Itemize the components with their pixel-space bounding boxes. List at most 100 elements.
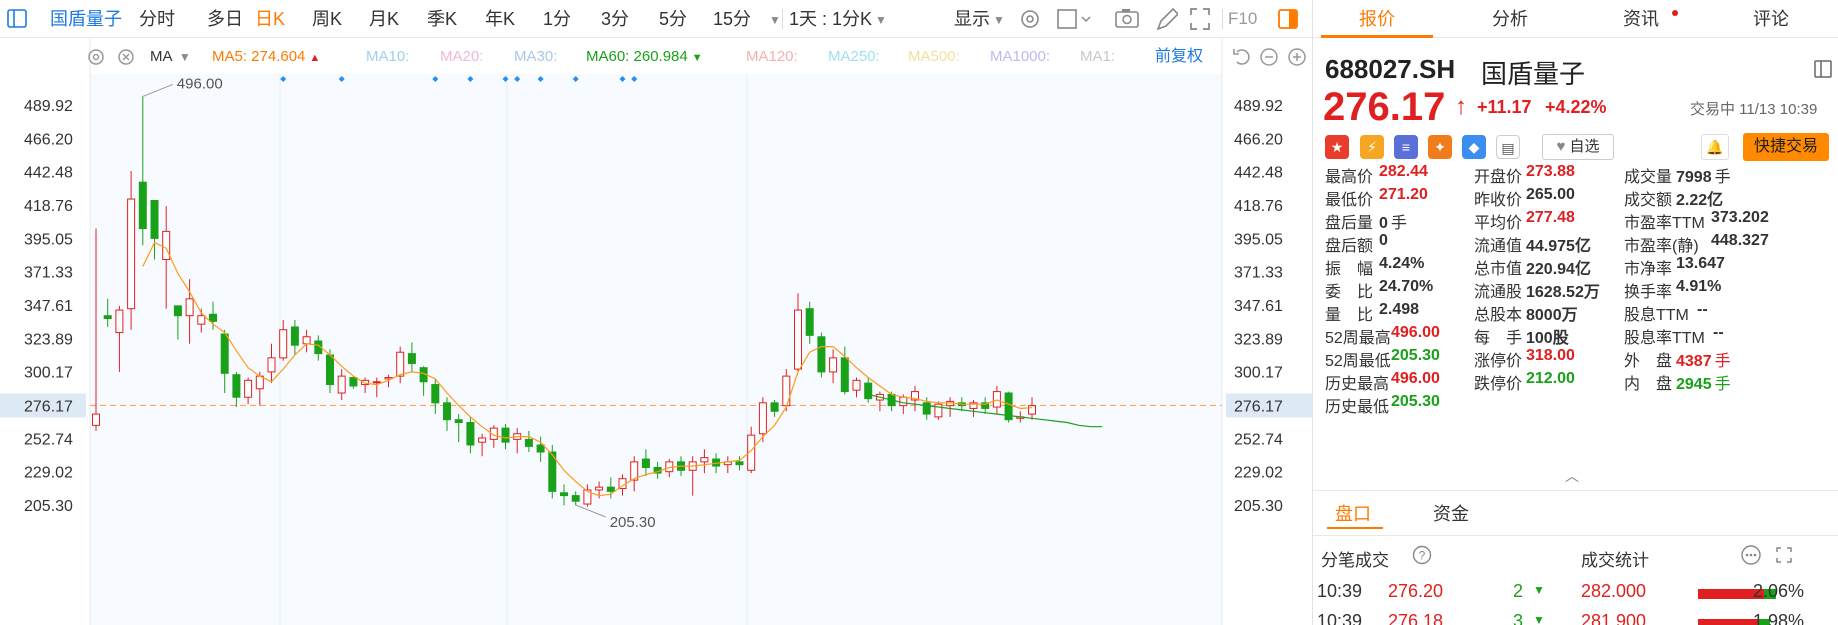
candle-body [536,444,545,453]
layout-dropdown[interactable] [1056,0,1096,38]
period-tab[interactable]: 周K [312,0,342,38]
period-tab[interactable]: 3分 [601,0,629,38]
database-icon[interactable]: ≡ [1394,135,1418,159]
quote-value-text: 282.44 [1379,163,1428,180]
y-tick-label-right: 229.02 [1234,465,1283,482]
candle-body [115,309,124,334]
candle-body [454,419,463,424]
chevron-down-icon: ▼ [993,13,1005,28]
quote-label: 流通股 [1474,284,1523,301]
ma-settings-icon[interactable] [86,40,106,87]
kline-chart-area[interactable]: 489.92 489.92 466.20 466.20 442.48 442.48 418.… [0,38,1312,625]
f10-button[interactable]: F10 [1228,0,1257,38]
candle-body [103,315,112,320]
active-tab-underline [1321,35,1433,38]
ma-item[interactable]: MA30: [514,40,557,74]
period-tab[interactable]: 分时 [139,0,175,38]
multi-period-dropdown[interactable]: 1天 : 1分K ▼ [789,0,887,38]
display-label: 显示 [954,9,990,29]
quote-value-text: 212.00 [1526,370,1575,387]
help-icon[interactable]: ? [1411,544,1433,571]
bell-icon[interactable]: 🔔 [1701,134,1729,160]
ma-close-icon[interactable] [116,40,136,87]
y-tick-label-left: 252.74 [24,431,73,448]
quote-label: 流通值 [1474,238,1523,255]
ma-item[interactable]: MA500: [908,40,960,74]
tag-icon[interactable]: ◆ [1462,135,1486,159]
zoom-out-icon[interactable] [1258,46,1280,73]
display-dropdown[interactable]: 显示 ▼ [954,0,1005,38]
stock-name-tab[interactable]: 国盾量子 [50,0,122,38]
ma-item-label: MA500: [908,48,960,65]
y-tick-label-left: 395.05 [24,231,73,248]
ma-indicator-bar: MA ▼ MA5: 274.604 ▲ MA10: MA20: MA30: MA60: 2… [86,40,1218,74]
settings-gear-icon[interactable] [1018,0,1042,38]
note-icon[interactable]: ▤ [1496,135,1520,159]
adjust-mode-button[interactable]: 前复权 [1155,40,1203,74]
period-tab[interactable]: 15分 [713,0,751,38]
expand-icon[interactable] [1773,544,1795,571]
tab-comments[interactable]: 评论 [1711,0,1831,38]
sidebar-toggle-icon[interactable] [6,0,28,38]
y-tick-label-right: 442.48 [1234,165,1283,182]
candle-body [279,329,288,359]
trades-title: 分笔成交 [1321,551,1389,570]
period-tab[interactable]: 季K [427,0,457,38]
tab-quote[interactable]: 报价 [1317,0,1437,38]
ma-item[interactable]: MA60: 260.984 ▼ [586,40,703,75]
ma-item[interactable]: MA20: [440,40,483,74]
quote-value-text: -- [1713,324,1724,341]
ma-indicator-select[interactable]: MA ▼ [150,40,191,74]
tab-capital[interactable]: 资金 [1433,500,1469,526]
tab-news[interactable]: 资讯 [1581,0,1701,38]
more-periods-chevron-icon[interactable]: ▼ [766,0,781,38]
period-tab[interactable]: 5分 [659,0,687,38]
ma-item[interactable]: MA1: [1080,40,1115,74]
tab-analysis[interactable]: 分析 [1450,0,1570,38]
period-tab[interactable]: 年K [485,0,515,38]
quote-label: 股息TTM [1624,307,1689,324]
ma-item[interactable]: MA10: [366,40,409,74]
kline-chart[interactable]: 489.92 489.92 466.20 466.20 442.48 442.48 418.… [0,38,1312,625]
panel-toggle-icon[interactable] [1277,0,1301,38]
ma-item[interactable]: MA120: [746,40,798,74]
heart-icon: ♥ [1556,138,1566,155]
period-tab[interactable]: 月K [369,0,399,38]
quote-value-text: 2.498 [1379,301,1420,318]
period-tab[interactable]: 多日 [207,0,243,38]
ma-item[interactable]: MA250: [828,40,880,74]
quick-trade-button[interactable]: 快捷交易 [1743,133,1829,161]
quote-value-text: 273.88 [1526,163,1575,180]
current-price: 276.17 [1323,85,1446,129]
collapse-chevron-icon[interactable]: ︿ [1565,466,1579,486]
quote-unit: 手 [1714,376,1731,393]
candle-body [501,427,510,443]
more-icon[interactable] [1740,544,1762,571]
china-flag-icon[interactable]: ★ [1325,135,1349,159]
panel-layout-icon[interactable] [1813,58,1833,85]
quote-value-text: 373.202 [1711,209,1769,226]
zoom-controls [1230,40,1312,74]
period-tab[interactable]: 日K [255,0,285,38]
stock-info-icon[interactable]: ✦ [1428,135,1452,159]
fullscreen-icon[interactable] [1188,0,1212,38]
quote-value: 277.48 [1526,209,1575,227]
camera-icon[interactable] [1114,0,1140,38]
quote-value: 220.94亿 [1526,255,1591,279]
period-tab[interactable]: 1分 [543,0,571,38]
quote-value-text: 205.30 [1391,347,1440,364]
quote-value: 2945 手 [1676,370,1731,394]
quote-label: 平均价 [1474,215,1523,232]
y-tick-label-left: 300.17 [24,365,73,382]
ma-item[interactable]: MA5: 274.604 ▲ [212,40,320,75]
draw-pen-icon[interactable] [1154,0,1180,38]
undo-icon[interactable] [1232,46,1252,73]
candle-body [700,457,709,463]
tab-orderbook[interactable]: 盘口 [1335,500,1371,526]
lightning-icon[interactable]: ⚡ [1360,135,1384,159]
ma-item-label: MA10: [366,48,410,65]
ma-item[interactable]: MA1000: [990,40,1050,74]
candle-body [396,351,405,377]
add-favorite-button[interactable]: ♥ 自选 [1542,134,1614,160]
zoom-in-icon[interactable] [1286,46,1308,73]
